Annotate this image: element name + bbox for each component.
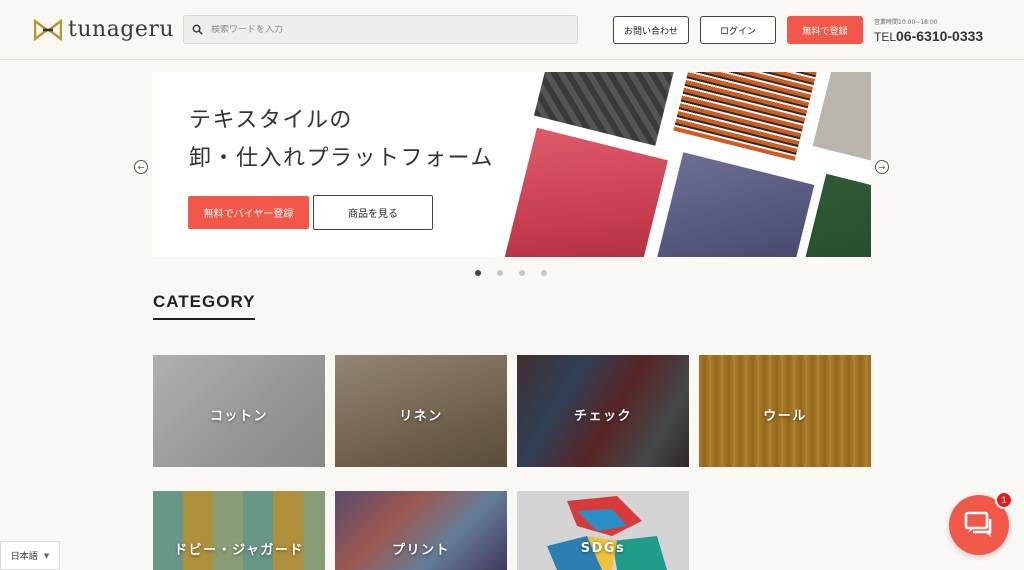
- logo-bowtie-icon: [34, 18, 62, 41]
- caret-down-icon: ▼: [43, 551, 50, 560]
- fabric-swatch-red: [503, 127, 668, 257]
- category-tile-cotton[interactable]: コットン: [153, 355, 325, 467]
- category-heading: CATEGORY: [153, 292, 256, 320]
- hero-fabric-collage: [503, 72, 871, 257]
- carousel-prev-button[interactable]: ←: [134, 160, 148, 174]
- site-header: tunageru お問い合わせ ログイン 無料で登録 営業時間10:00~18:…: [0, 0, 1024, 60]
- hero-title: テキスタイルの 卸・仕入れプラットフォーム: [189, 102, 494, 178]
- arrow-left-icon: ←: [137, 162, 145, 172]
- carousel-pagination: [475, 270, 547, 276]
- carousel-dot-4[interactable]: [541, 270, 547, 276]
- sdgs-fabric-image: [547, 496, 667, 570]
- buyer-register-button[interactable]: 無料でバイヤー登録: [188, 196, 309, 229]
- tel-number: 06-6310-0333: [896, 28, 984, 44]
- category-label: チェック: [573, 408, 632, 424]
- phone-number[interactable]: TEL06-6310-0333: [874, 28, 983, 44]
- carousel-dot-1[interactable]: [475, 270, 481, 276]
- search-bar[interactable]: [183, 15, 578, 44]
- fabric-swatch-navy: [656, 152, 815, 257]
- category-label: コットン: [209, 408, 268, 424]
- chat-notification-badge: 1: [995, 491, 1013, 509]
- arrow-right-icon: →: [878, 162, 886, 172]
- category-label: リネン: [399, 408, 443, 424]
- view-products-button[interactable]: 商品を見る: [313, 195, 433, 230]
- contact-phone: 営業時間10:00~18:00 TEL06-6310-0333: [874, 17, 983, 44]
- business-hours: 営業時間10:00~18:00: [874, 19, 938, 26]
- tel-prefix: TEL: [874, 30, 897, 44]
- search-input[interactable]: [211, 24, 551, 35]
- hero-title-line1: テキスタイルの: [189, 108, 353, 133]
- carousel-dot-3[interactable]: [519, 270, 525, 276]
- language-label: 日本語: [10, 552, 38, 562]
- fabric-swatch-orange: [673, 72, 818, 161]
- category-label: プリント: [391, 543, 450, 558]
- language-selector[interactable]: 日本語 ▼: [0, 541, 60, 570]
- hero-carousel: テキスタイルの 卸・仕入れプラットフォーム 無料でバイヤー登録 商品を見る: [153, 72, 871, 257]
- fabric-swatch-beige: [812, 72, 871, 166]
- logo[interactable]: tunageru: [34, 17, 174, 42]
- category-tile-linen[interactable]: リネン: [335, 355, 507, 467]
- search-icon: [192, 24, 203, 35]
- contact-button[interactable]: お問い合わせ: [613, 16, 689, 44]
- category-tile-print[interactable]: プリント: [335, 491, 507, 570]
- category-tile-sdgs[interactable]: SDGs: [517, 491, 689, 570]
- chat-icon: [964, 511, 992, 537]
- category-label: ドビー・ジャガード: [174, 543, 304, 558]
- login-button[interactable]: ログイン: [700, 16, 776, 44]
- register-button[interactable]: 無料で登録: [787, 16, 863, 44]
- category-tile-check[interactable]: チェック: [517, 355, 689, 467]
- carousel-dot-2[interactable]: [497, 270, 503, 276]
- logo-text: tunageru: [68, 17, 175, 42]
- category-label: SDGs: [580, 541, 626, 556]
- category-tile-dobby-jacquard[interactable]: ドビー・ジャガード: [153, 491, 325, 570]
- category-label: ウール: [763, 408, 807, 424]
- category-tile-wool[interactable]: ウール: [699, 355, 871, 467]
- hero-title-line2: 卸・仕入れプラットフォーム: [189, 146, 494, 171]
- carousel-next-button[interactable]: →: [875, 160, 889, 174]
